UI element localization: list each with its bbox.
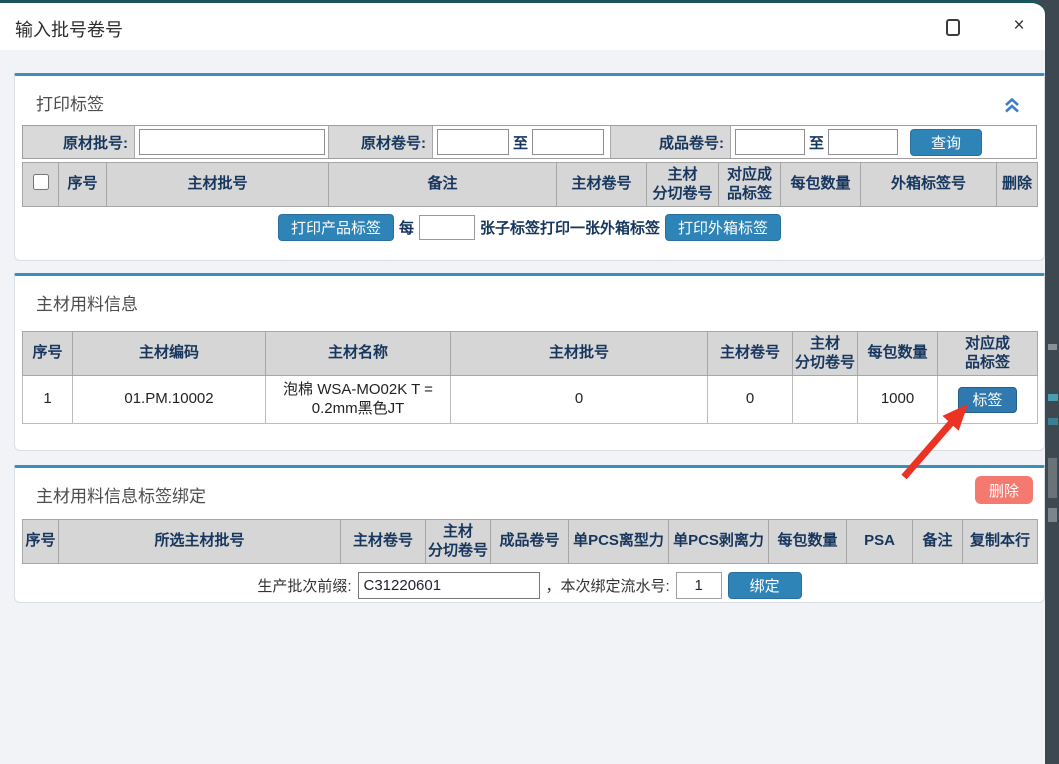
- col-material-name: 主材名称: [266, 332, 451, 376]
- background-artifact: [1048, 418, 1058, 425]
- col-remark: 备注: [913, 520, 963, 564]
- titlebar: 输入批号卷号 ×: [0, 3, 1045, 50]
- cell-material-roll: 0: [708, 376, 793, 424]
- raw-roll-label: 原材卷号:: [329, 126, 433, 158]
- col-material-roll: 主材卷号: [708, 332, 793, 376]
- label-binding-title: 主材用料信息标签绑定: [36, 482, 1037, 507]
- col-qty-per-pack: 每包数量: [858, 332, 938, 376]
- finished-roll-from-input[interactable]: [735, 129, 805, 155]
- print-product-label-button[interactable]: 打印产品标签: [278, 214, 394, 241]
- material-info-title: 主材用料信息: [36, 290, 1037, 315]
- finished-roll-label: 成品卷号:: [611, 126, 731, 158]
- cell-seq: 1: [23, 376, 73, 424]
- finished-roll-to-input[interactable]: [828, 129, 898, 155]
- col-material-roll: 主材卷号: [557, 163, 647, 207]
- label-binding-panel: 主材用料信息标签绑定 删除 序号 所选主材批号 主材卷号 主材 分切卷号 成品卷…: [14, 465, 1045, 603]
- col-selected-batch: 所选主材批号: [59, 520, 341, 564]
- col-finished-label: 对应成 品标签: [719, 163, 781, 207]
- background-artifact: [1048, 508, 1057, 522]
- raw-batch-input[interactable]: [139, 129, 325, 155]
- col-box-label: 外箱标签号: [861, 163, 997, 207]
- per-prefix-label: 每: [399, 217, 414, 238]
- select-all-checkbox[interactable]: [33, 174, 49, 190]
- col-psa: PSA: [847, 520, 913, 564]
- col-qty-per-pack: 每包数量: [781, 163, 861, 207]
- per-suffix-label: 张子标签打印一张外箱标签: [480, 217, 660, 238]
- col-pcs-release-force: 单PCS离型力: [569, 520, 669, 564]
- window-title: 输入批号卷号: [15, 16, 123, 42]
- col-remark: 备注: [329, 163, 557, 207]
- col-slit-roll: 主材 分切卷号: [793, 332, 858, 376]
- binding-form-row: 生产批次前缀: ，本次绑定流水号: 绑定: [22, 572, 1037, 599]
- material-row: 1 01.PM.10002 泡棉 WSA-MO02K T = 0.2mm黑色JT…: [23, 376, 1038, 424]
- raw-batch-cell: [135, 126, 329, 158]
- cell-material-batch: 0: [451, 376, 708, 424]
- print-box-label-button[interactable]: 打印外箱标签: [665, 214, 781, 241]
- col-seq: 序号: [23, 520, 59, 564]
- serial-number-input[interactable]: [676, 572, 722, 599]
- per-box-count-input[interactable]: [419, 215, 475, 240]
- col-seq: 序号: [59, 163, 107, 207]
- background-artifact: [1048, 394, 1058, 401]
- raw-roll-from-input[interactable]: [437, 129, 509, 155]
- col-finished-label: 对应成 品标签: [938, 332, 1038, 376]
- col-material-batch: 主材批号: [107, 163, 329, 207]
- col-slit-roll: 主材 分切卷号: [647, 163, 719, 207]
- bind-button[interactable]: 绑定: [728, 572, 802, 599]
- col-material-roll: 主材卷号: [341, 520, 426, 564]
- binding-table: 序号 所选主材批号 主材卷号 主材 分切卷号 成品卷号 单PCS离型力 单PCS…: [22, 519, 1038, 564]
- print-labels-table: 序号 主材批号 备注 主材卷号 主材 分切卷号 对应成 品标签 每包数量 外箱标…: [22, 162, 1038, 207]
- col-qty-per-pack: 每包数量: [769, 520, 847, 564]
- raw-roll-cell: 至: [433, 126, 611, 158]
- label-button[interactable]: 标签: [958, 387, 1016, 413]
- maximize-icon[interactable]: [946, 19, 960, 36]
- print-buttons-row: 打印产品标签 每 张子标签打印一张外箱标签 打印外箱标签: [22, 214, 1037, 241]
- to-label: 至: [513, 132, 528, 153]
- cell-slit-roll: [793, 376, 858, 424]
- col-material-code: 主材编码: [73, 332, 266, 376]
- cell-material-code: 01.PM.10002: [73, 376, 266, 424]
- material-info-panel: 主材用料信息 序号 主材编码 主材名称 主材批号 主材卷号 主材 分切卷号 每包…: [14, 273, 1045, 451]
- col-delete: 删除: [997, 163, 1038, 207]
- dialog-content: 打印标签 原材批号: 原材卷号: 至 成品卷号:: [0, 50, 1045, 764]
- serial-number-label: ，本次绑定流水号:: [546, 575, 670, 596]
- delete-button[interactable]: 删除: [975, 476, 1033, 504]
- raw-roll-to-input[interactable]: [532, 129, 604, 155]
- col-pcs-peel-force: 单PCS剥离力: [669, 520, 769, 564]
- col-finished-roll: 成品卷号: [491, 520, 569, 564]
- print-labels-panel: 打印标签 原材批号: 原材卷号: 至 成品卷号:: [14, 73, 1045, 261]
- background-app-strip: [1045, 0, 1059, 761]
- search-bar: 原材批号: 原材卷号: 至 成品卷号: 至 查询: [22, 125, 1037, 159]
- finished-roll-cell: 至 查询: [731, 126, 1036, 158]
- select-all-header: [23, 163, 59, 207]
- cell-material-name: 泡棉 WSA-MO02K T = 0.2mm黑色JT: [266, 376, 451, 424]
- col-material-batch: 主材批号: [451, 332, 708, 376]
- background-artifact: [1048, 458, 1057, 498]
- raw-batch-label: 原材批号:: [23, 126, 135, 158]
- material-info-table: 序号 主材编码 主材名称 主材批号 主材卷号 主材 分切卷号 每包数量 对应成 …: [22, 331, 1038, 424]
- background-artifact: [1048, 344, 1057, 350]
- col-seq: 序号: [23, 332, 73, 376]
- batch-prefix-input[interactable]: [358, 572, 540, 599]
- dialog-window: 输入批号卷号 × 打印标签 原材批号: 原材卷号: 至: [0, 0, 1045, 761]
- to-label: 至: [809, 132, 824, 153]
- collapse-chevrons-up-icon[interactable]: [1004, 98, 1020, 113]
- print-labels-title: 打印标签: [36, 90, 1037, 115]
- col-copy-row: 复制本行: [963, 520, 1038, 564]
- cell-label-action: 标签: [938, 376, 1038, 424]
- close-icon[interactable]: ×: [1008, 15, 1030, 37]
- col-slit-roll: 主材 分切卷号: [426, 520, 491, 564]
- batch-prefix-label: 生产批次前缀:: [257, 575, 351, 596]
- cell-qty-per-pack: 1000: [858, 376, 938, 424]
- query-button[interactable]: 查询: [910, 129, 982, 156]
